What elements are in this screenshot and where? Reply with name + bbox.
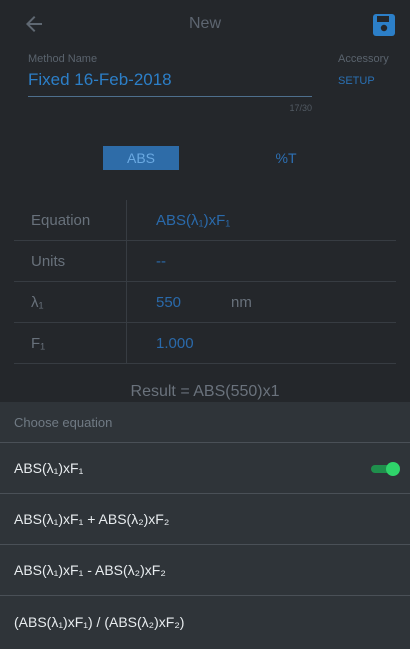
toggle-knob xyxy=(386,462,400,476)
equation-row[interactable]: Equation ABS(λ₁)xF₁ xyxy=(14,200,396,241)
method-name-underline xyxy=(28,96,312,97)
f1-value[interactable]: 1.000 xyxy=(156,335,194,352)
top-bar: New xyxy=(0,0,410,48)
lambda1-unit: nm xyxy=(231,294,252,311)
table-column-divider xyxy=(126,200,127,364)
result-text: Result = ABS(550)x1 xyxy=(130,383,280,400)
equation-option-2[interactable]: ABS(λ₁)xF₁ + ABS(λ₂)xF₂ xyxy=(0,494,410,545)
units-row[interactable]: Units -- xyxy=(14,241,396,282)
equation-option-1[interactable]: ABS(λ₁)xF₁ xyxy=(0,443,410,494)
lambda1-value[interactable]: 550 xyxy=(156,294,181,311)
parameter-table: Equation ABS(λ₁)xF₁ Units -- λ₁ 550 nm F… xyxy=(14,200,396,364)
method-name-label: Method Name xyxy=(28,53,98,65)
equation-value[interactable]: ABS(λ₁)xF₁ xyxy=(156,212,230,229)
choose-equation-sheet: Choose equation ABS(λ₁)xF₁ ABS(λ₁)xF₁ + … xyxy=(0,402,410,649)
units-value[interactable]: -- xyxy=(156,253,166,270)
equation-label: Equation xyxy=(31,212,91,229)
percent-t-mode-button[interactable]: %T xyxy=(248,146,324,170)
equation-option-label: (ABS(λ₁)xF₁) / (ABS(λ₂)xF₂) xyxy=(14,613,185,630)
character-counter: 17/30 xyxy=(289,103,312,113)
f1-row[interactable]: F₁ 1.000 xyxy=(14,323,396,364)
save-icon[interactable] xyxy=(372,13,396,37)
method-name-input[interactable]: Fixed 16-Feb-2018 xyxy=(28,70,312,96)
lambda1-label: λ₁ xyxy=(31,294,44,311)
equation-option-4[interactable]: (ABS(λ₁)xF₁) / (ABS(λ₂)xF₂) xyxy=(0,596,410,647)
equation-option-label: ABS(λ₁)xF₁ - ABS(λ₂)xF₂ xyxy=(14,562,166,578)
equation-option-label: ABS(λ₁)xF₁ + ABS(λ₂)xF₂ xyxy=(14,511,170,527)
accessory-setup-link[interactable]: SETUP xyxy=(338,75,375,87)
page-title: New xyxy=(188,15,221,32)
equation-option-label: ABS(λ₁)xF₁ xyxy=(14,460,84,476)
lambda1-row[interactable]: λ₁ 550 nm xyxy=(14,282,396,323)
toggle-on-icon[interactable] xyxy=(371,462,400,476)
units-label: Units xyxy=(31,253,66,270)
sheet-title: Choose equation xyxy=(0,402,410,443)
abs-mode-button[interactable]: ABS xyxy=(103,146,179,170)
f1-label: F₁ xyxy=(31,335,46,352)
accessory-label: Accessory xyxy=(338,53,389,65)
equation-option-3[interactable]: ABS(λ₁)xF₁ - ABS(λ₂)xF₂ xyxy=(0,545,410,596)
